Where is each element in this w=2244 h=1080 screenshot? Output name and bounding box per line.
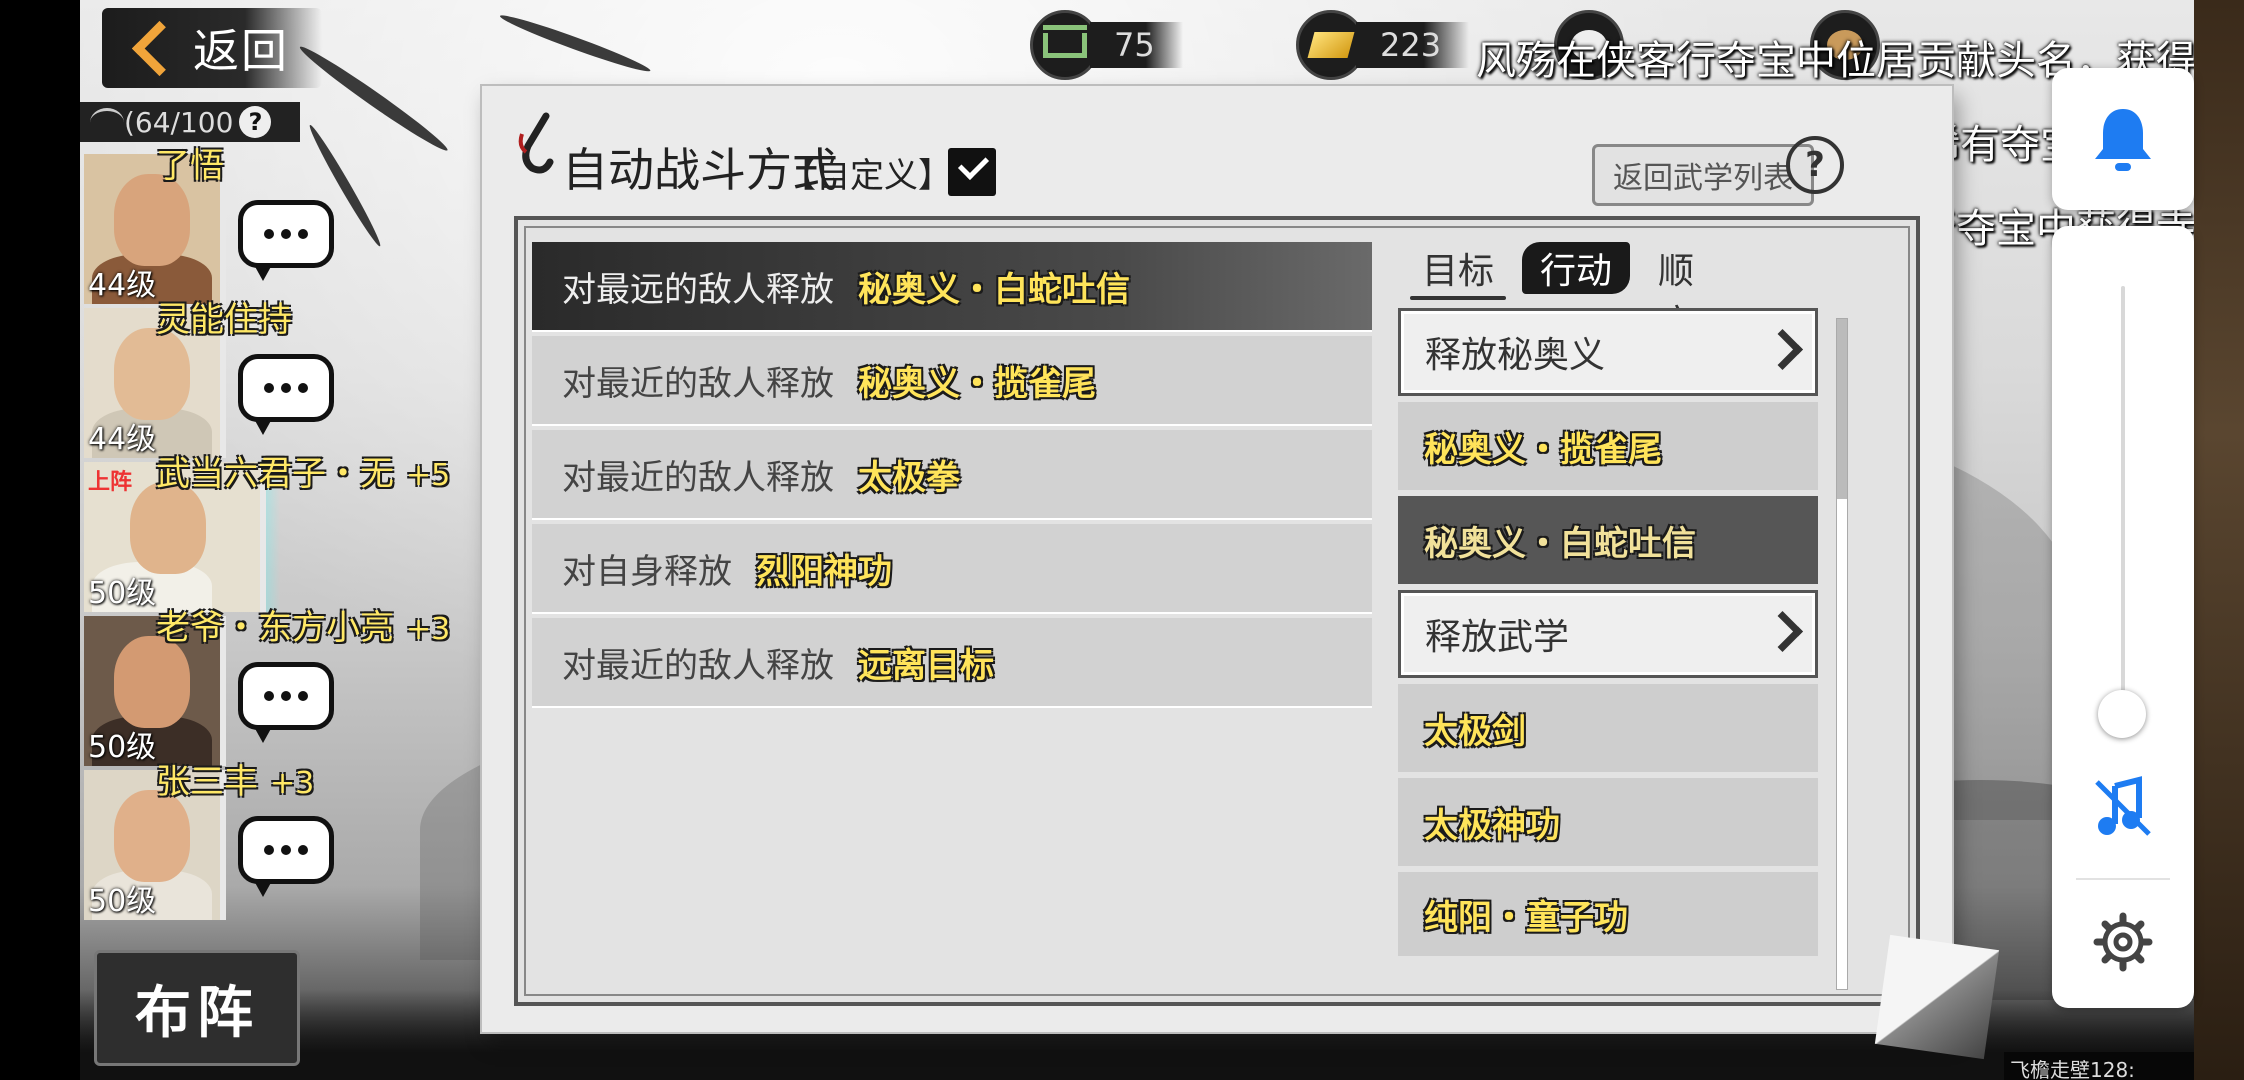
hero-plus: +5 — [406, 458, 451, 493]
music-off-icon[interactable] — [2091, 776, 2155, 840]
hero-level: 44级 — [88, 422, 157, 457]
hero-card[interactable]: 50级 老爷・东方小亮 +3 — [80, 608, 450, 766]
chevron-left-icon — [131, 20, 188, 76]
action-target: 对最近的敌人释放 — [562, 363, 834, 404]
action-target: 对最远的敌人释放 — [562, 269, 834, 310]
action-skill: 秘奥义・揽雀尾 — [858, 363, 1096, 404]
option-category[interactable]: 释放武学 — [1398, 590, 1818, 678]
team-count-bar: (64/100 ? — [80, 102, 300, 142]
resource-value: 75 — [1090, 22, 1183, 68]
volume-slider-knob[interactable] — [2098, 690, 2146, 738]
option-item[interactable]: 秘奥义・揽雀尾 — [1398, 402, 1818, 490]
strategy-tabs: 目标 行动 顺序 — [1404, 242, 1744, 352]
chevron-right-icon — [1761, 328, 1804, 371]
settings-gear-icon[interactable] — [2093, 912, 2153, 972]
chat-bubble-icon[interactable] — [238, 662, 334, 743]
bg-ink-branch — [497, 10, 653, 77]
resource-cart[interactable]: 75 — [1030, 10, 1183, 80]
mode-label: 【自定义】 — [782, 156, 952, 196]
hero-card[interactable]: 44级 了悟 — [80, 146, 400, 304]
action-row[interactable]: 对最近的敌人释放 太极拳 — [532, 430, 1372, 518]
hero-plus: +3 — [406, 612, 451, 647]
action-row[interactable]: 对最近的敌人释放 秘奥义・揽雀尾 — [532, 336, 1372, 424]
hero-name: 灵能住持 — [156, 300, 292, 340]
page-curl — [1874, 934, 2000, 1060]
hero-plus: +3 — [270, 766, 315, 801]
option-item[interactable]: 太极神功 — [1398, 778, 1818, 866]
tab-action[interactable]: 行动 — [1522, 242, 1631, 294]
hero-name: 了悟 — [156, 146, 224, 186]
back-button[interactable]: 返回 — [102, 8, 322, 88]
notification-toggle[interactable] — [2052, 68, 2194, 210]
action-row[interactable]: 对自身释放 烈阳神功 — [532, 524, 1372, 612]
chat-bubble-icon[interactable] — [238, 200, 334, 281]
hat-icon — [90, 107, 124, 137]
option-item[interactable]: 纯阳・童子功 — [1398, 872, 1818, 956]
hero-level: 50级 — [88, 884, 157, 919]
hero-name: 张三丰 +3 — [156, 762, 315, 802]
help-icon[interactable]: ? — [1786, 136, 1844, 194]
volume-slider[interactable] — [2121, 286, 2125, 716]
return-skill-list-button[interactable]: 返回武学列表 — [1592, 144, 1814, 206]
side-scroll-decoration — [2194, 0, 2244, 1080]
custom-mode-checkbox[interactable] — [948, 148, 996, 196]
action-target: 对最近的敌人释放 — [562, 645, 834, 686]
help-icon[interactable]: ? — [239, 106, 272, 138]
option-label: 纯阳・童子功 — [1424, 897, 1628, 938]
chat-bubble-icon[interactable] — [238, 354, 334, 435]
hero-card[interactable]: 50级 张三丰 +3 — [80, 762, 400, 920]
option-label: 秘奥义・白蛇吐信 — [1424, 523, 1696, 564]
action-skill: 秘奥义・白蛇吐信 — [858, 269, 1130, 310]
bell-icon — [2095, 109, 2151, 171]
action-row[interactable]: 对最远的敌人释放 秘奥义・白蛇吐信 — [532, 242, 1372, 330]
options-scrollbar[interactable] — [1836, 318, 1848, 990]
hero-level: 44级 — [88, 268, 157, 303]
option-label: 秘奥义・揽雀尾 — [1424, 429, 1662, 470]
tab-target[interactable]: 目标 — [1404, 242, 1512, 300]
auto-battle-panel: 自动战斗方式 【自定义】 返回武学列表 ? 对最远的敌人释放 秘奥义・白蛇吐信 … — [482, 86, 2000, 1060]
option-label: 释放秘奥义 — [1425, 335, 1606, 376]
option-label: 太极剑 — [1424, 711, 1526, 752]
chat-bubble-icon[interactable] — [238, 816, 334, 897]
action-skill: 烈阳神功 — [756, 551, 892, 592]
option-category[interactable]: 释放秘奥义 — [1398, 308, 1818, 396]
in-battle-badge: 上阵 — [88, 470, 133, 495]
action-skill: 太极拳 — [858, 457, 960, 498]
action-target: 对自身释放 — [562, 551, 732, 592]
action-row[interactable]: 对最近的敌人释放 远离目标 — [532, 618, 1372, 706]
hero-name: 老爷・东方小亮 +3 — [156, 608, 451, 648]
brush-hook-icon — [518, 112, 554, 174]
strategy-frame: 对最远的敌人释放 秘奥义・白蛇吐信 对最近的敌人释放 秘奥义・揽雀尾 对最近的敌… — [514, 216, 1920, 1006]
option-item-selected[interactable]: 秘奥义・白蛇吐信 — [1398, 496, 1818, 584]
game-screen: 返回 75 223 风殇在侠客行夺宝中位居贡献头名，获得寸 侠客行中出现了稀有夺… — [80, 0, 2244, 1080]
back-label: 返回 — [193, 24, 289, 78]
formation-button[interactable]: 布阵 — [94, 950, 300, 1066]
hero-level: 50级 — [88, 730, 157, 765]
divider — [2076, 878, 2170, 880]
option-label: 释放武学 — [1425, 617, 1570, 658]
resource-gold[interactable]: 223 — [1296, 10, 1470, 80]
hero-card-active[interactable]: 上阵 50级 武当六君子・无 +5 — [80, 454, 450, 612]
action-target: 对最近的敌人释放 — [562, 457, 834, 498]
option-item[interactable]: 太极剑 — [1398, 684, 1818, 772]
option-label: 太极神功 — [1424, 805, 1560, 846]
chevron-right-icon — [1761, 610, 1804, 653]
hero-name: 武当六君子・无 +5 — [156, 454, 451, 494]
resource-value: 223 — [1356, 22, 1470, 68]
team-count: (64/100 — [124, 105, 234, 139]
hero-card[interactable]: 44级 灵能住持 — [80, 300, 400, 458]
action-skill: 远离目标 — [858, 645, 994, 686]
hero-level: 50级 — [88, 576, 157, 611]
media-controls — [2052, 226, 2194, 1008]
